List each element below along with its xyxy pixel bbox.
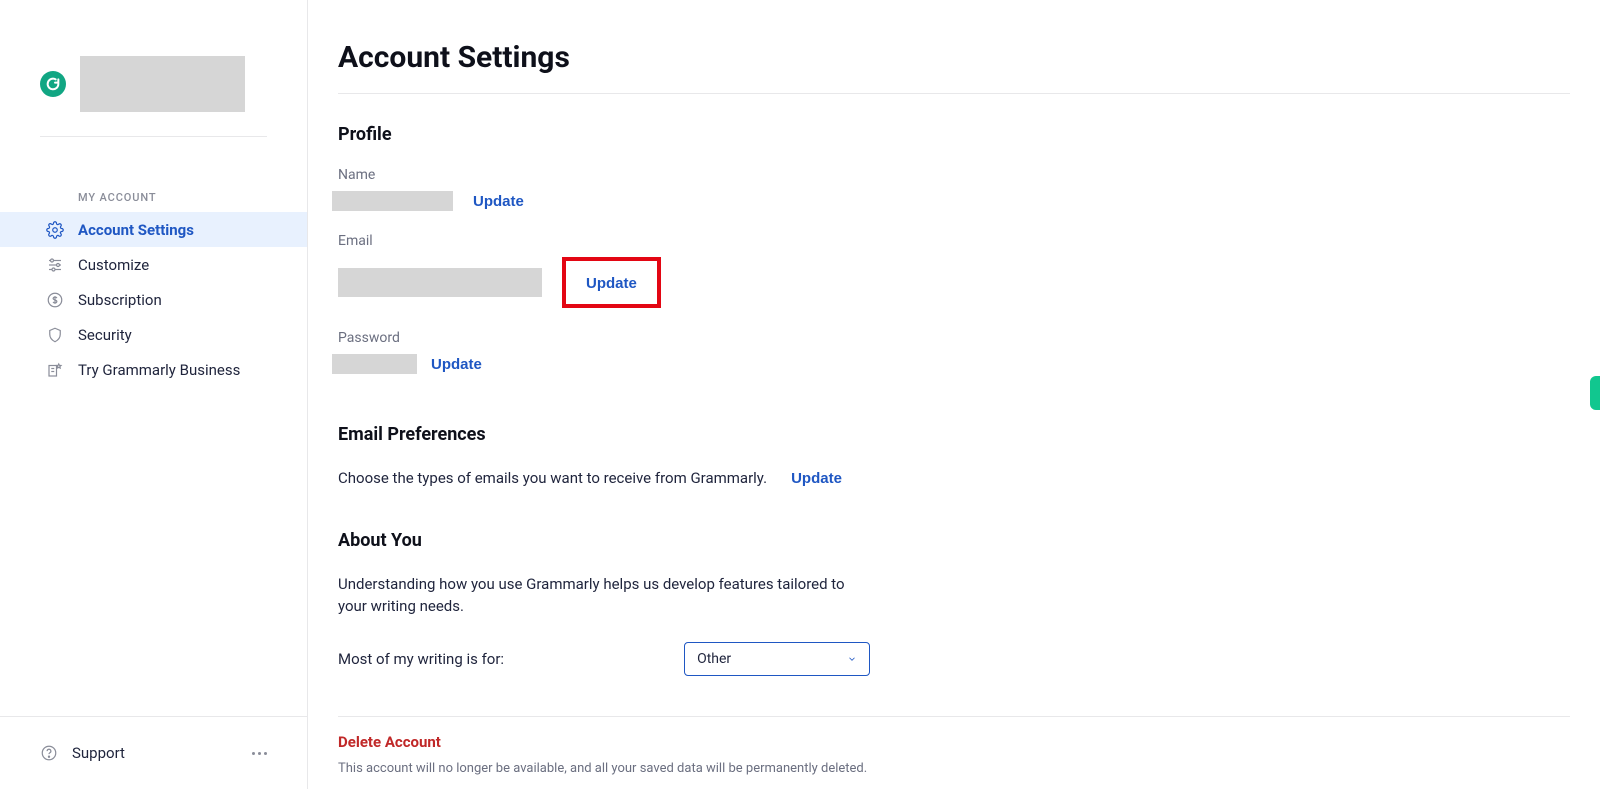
password-value-placeholder (332, 354, 417, 374)
sidebar-header (0, 0, 307, 137)
about-row: Most of my writing is for: Other (338, 642, 1570, 676)
sidebar-section-label: MY ACCOUNT (0, 137, 307, 212)
email-value-placeholder (338, 268, 542, 297)
email-prefs-heading: Email Preferences (338, 424, 1570, 445)
writing-for-selected: Other (697, 651, 731, 667)
about-you-section: About You Understanding how you use Gram… (338, 530, 1570, 717)
name-row: Update (332, 191, 1570, 211)
writing-for-label: Most of my writing is for: (338, 650, 504, 668)
email-prefs-row: Choose the types of emails you want to r… (338, 467, 1570, 490)
shield-icon (46, 326, 64, 344)
about-heading: About You (338, 530, 1570, 551)
sidebar-item-account-settings[interactable]: Account Settings (0, 212, 307, 247)
update-email-prefs-button[interactable]: Update (791, 470, 842, 487)
update-email-button[interactable]: Update (586, 275, 637, 292)
delete-desc: This account will no longer be available… (338, 759, 868, 779)
sidebar-item-label: Account Settings (78, 221, 194, 239)
sliders-icon (46, 256, 64, 274)
sidebar-item-subscription[interactable]: Subscription (0, 282, 307, 317)
email-update-highlight: Update (562, 257, 661, 308)
update-name-button[interactable]: Update (473, 193, 524, 210)
dollar-icon (46, 291, 64, 309)
sidebar-item-label: Security (78, 326, 132, 344)
support-label: Support (72, 744, 125, 762)
chevron-down-icon (847, 654, 857, 664)
profile-section: Profile Name Update Email Update Passwor… (338, 124, 1570, 374)
email-row: Update (338, 257, 1570, 308)
help-icon (40, 744, 58, 762)
delete-heading[interactable]: Delete Account (338, 733, 1570, 751)
writing-for-select[interactable]: Other (684, 642, 870, 676)
gear-icon (46, 221, 64, 239)
update-password-button[interactable]: Update (431, 356, 482, 373)
sidebar-item-label: Subscription (78, 291, 162, 309)
sidebar-item-label: Customize (78, 256, 149, 274)
password-row: Update (332, 354, 1570, 374)
sidebar-item-security[interactable]: Security (0, 317, 307, 352)
support-link[interactable]: Support (40, 717, 267, 789)
main-content: Account Settings Profile Name Update Ema… (308, 0, 1600, 789)
email-preferences-section: Email Preferences Choose the types of em… (338, 424, 1570, 490)
side-tab-icon[interactable] (1590, 376, 1600, 410)
password-label: Password (338, 330, 1570, 346)
sidebar-item-customize[interactable]: Customize (0, 247, 307, 282)
profile-heading: Profile (338, 124, 1570, 145)
name-label: Name (338, 167, 1570, 183)
email-label: Email (338, 233, 1570, 249)
email-prefs-desc: Choose the types of emails you want to r… (338, 467, 767, 490)
account-name-placeholder (80, 56, 245, 112)
sidebar: MY ACCOUNT Account Settings Customize Su… (0, 0, 308, 789)
grammarly-logo-icon (40, 71, 66, 97)
divider (338, 93, 1570, 94)
sidebar-item-try-business[interactable]: Try Grammarly Business (0, 352, 307, 387)
name-value-placeholder (332, 191, 453, 211)
sidebar-nav: Account Settings Customize Subscription … (0, 212, 307, 387)
divider (338, 716, 1570, 717)
delete-account-section: Delete Account This account will no long… (338, 733, 1570, 779)
page-title: Account Settings (338, 40, 1570, 75)
logo-row (40, 56, 267, 137)
about-desc: Understanding how you use Grammarly help… (338, 573, 868, 618)
sidebar-item-label: Try Grammarly Business (78, 361, 240, 379)
more-icon[interactable] (252, 752, 267, 755)
building-star-icon (46, 361, 64, 379)
sidebar-footer: Support (0, 716, 307, 789)
